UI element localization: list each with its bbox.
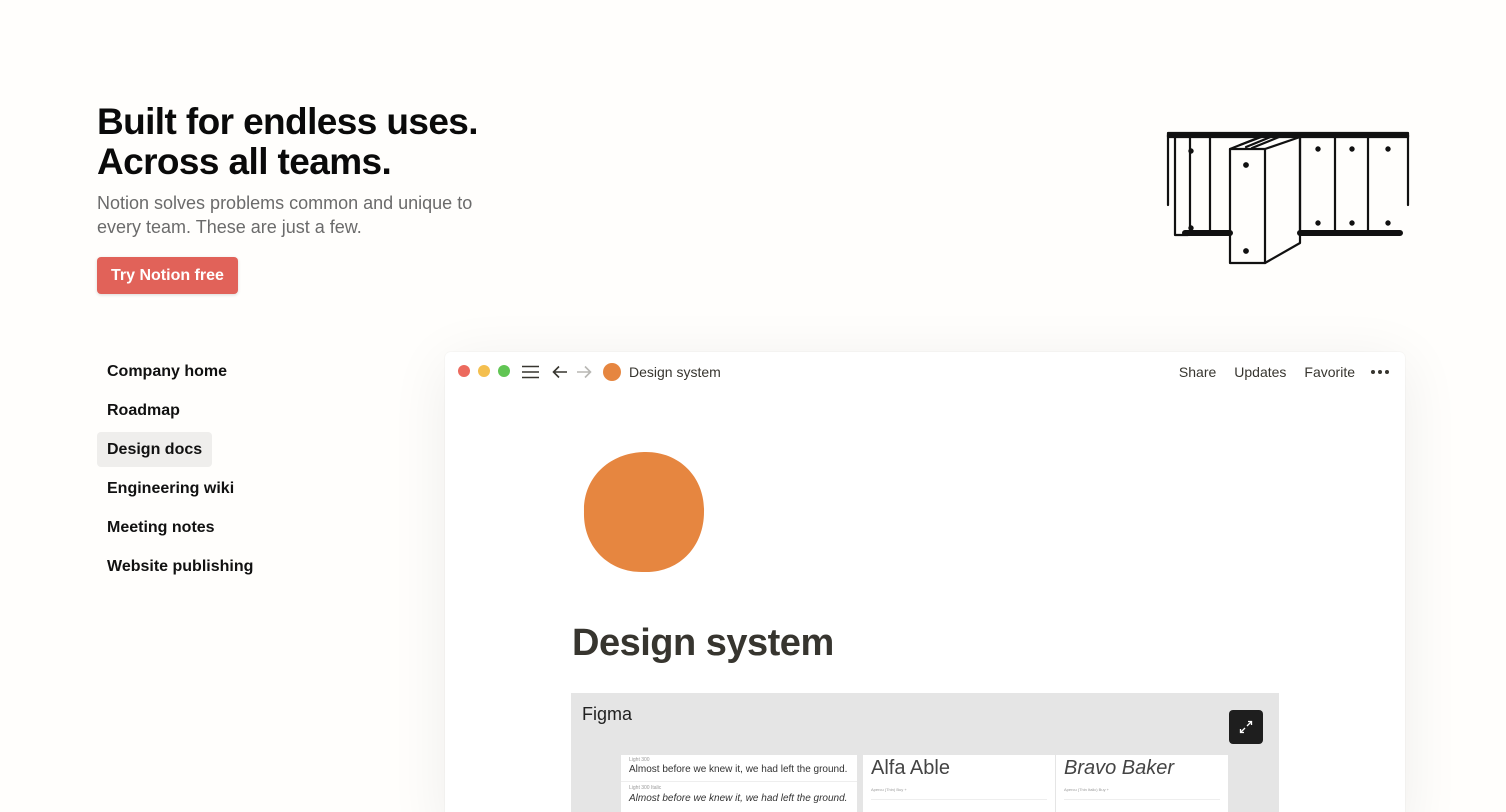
nav-item-company-home[interactable]: Company home — [97, 354, 237, 389]
page-icon-small — [603, 363, 621, 381]
divider — [1064, 799, 1220, 800]
hero-title-line-1: Built for endless uses. — [97, 101, 479, 142]
font-card-caption: Apercu (Thin Italic) Buy + — [1064, 787, 1110, 792]
nav-item-website-publishing[interactable]: Website publishing — [97, 549, 263, 584]
app-window-preview: Design system Share Updates Favorite Des… — [445, 352, 1405, 812]
more-options-icon[interactable] — [1371, 370, 1389, 374]
hero-section: Built for endless uses. Across all teams… — [97, 102, 617, 294]
minimize-window-dot[interactable] — [478, 365, 490, 377]
close-window-dot[interactable] — [458, 365, 470, 377]
nav-item-meeting-notes[interactable]: Meeting notes — [97, 510, 225, 545]
nav-item-roadmap[interactable]: Roadmap — [97, 393, 190, 428]
specimen-caption: Light 300 — [629, 757, 650, 763]
updates-button[interactable]: Updates — [1234, 364, 1286, 380]
bookshelf-illustration — [1160, 125, 1415, 270]
nav-item-design-docs[interactable]: Design docs — [97, 432, 213, 467]
nav-item-engineering-wiki[interactable]: Engineering wiki — [97, 471, 244, 506]
embed-label: Figma — [582, 704, 633, 724]
favorite-button[interactable]: Favorite — [1304, 364, 1355, 380]
share-button[interactable]: Share — [1179, 364, 1216, 380]
page-icon-large[interactable] — [582, 450, 706, 574]
use-case-nav: Company home Roadmap Design docs Enginee… — [97, 354, 357, 588]
divider — [621, 781, 857, 782]
forward-arrow-icon[interactable] — [574, 362, 594, 382]
font-card: Bravo Baker Apercu (Thin Italic) Buy + — [1056, 755, 1228, 812]
specimen-text-italic: Almost before we knew it, we had left th… — [629, 793, 848, 804]
topbar-actions: Share Updates Favorite — [1161, 361, 1389, 383]
font-card-heading: Bravo Baker — [1064, 757, 1175, 779]
page-title: Design system — [572, 622, 834, 664]
breadcrumb[interactable]: Design system — [603, 361, 721, 383]
hero-title: Built for endless uses. Across all teams… — [97, 102, 617, 182]
specimen-caption: Light 300 Italic — [629, 785, 662, 791]
hero-subtitle: Notion solves problems common and unique… — [97, 193, 473, 237]
font-card-caption: Apercu (Thin) Buy + — [871, 787, 907, 792]
font-card: Alfa Able Apercu (Thin) Buy + — [863, 755, 1055, 812]
hero-title-line-2: Across all teams. — [97, 141, 392, 182]
back-arrow-icon[interactable] — [550, 362, 570, 382]
expand-icon[interactable] — [1229, 710, 1263, 744]
divider — [871, 799, 1047, 800]
figma-embed[interactable]: Figma Light 300 Almost before we knew it… — [571, 693, 1279, 812]
specimen-text: Almost before we knew it, we had left th… — [629, 764, 848, 775]
breadcrumb-title: Design system — [629, 364, 721, 380]
window-titlebar: Design system Share Updates Favorite — [445, 352, 1405, 392]
try-notion-free-button[interactable]: Try Notion free — [97, 257, 238, 294]
font-card-heading: Alfa Able — [871, 757, 950, 779]
maximize-window-dot[interactable] — [498, 365, 510, 377]
hamburger-menu-icon[interactable] — [520, 362, 540, 382]
type-specimen-card: Light 300 Almost before we knew it, we h… — [621, 755, 857, 812]
